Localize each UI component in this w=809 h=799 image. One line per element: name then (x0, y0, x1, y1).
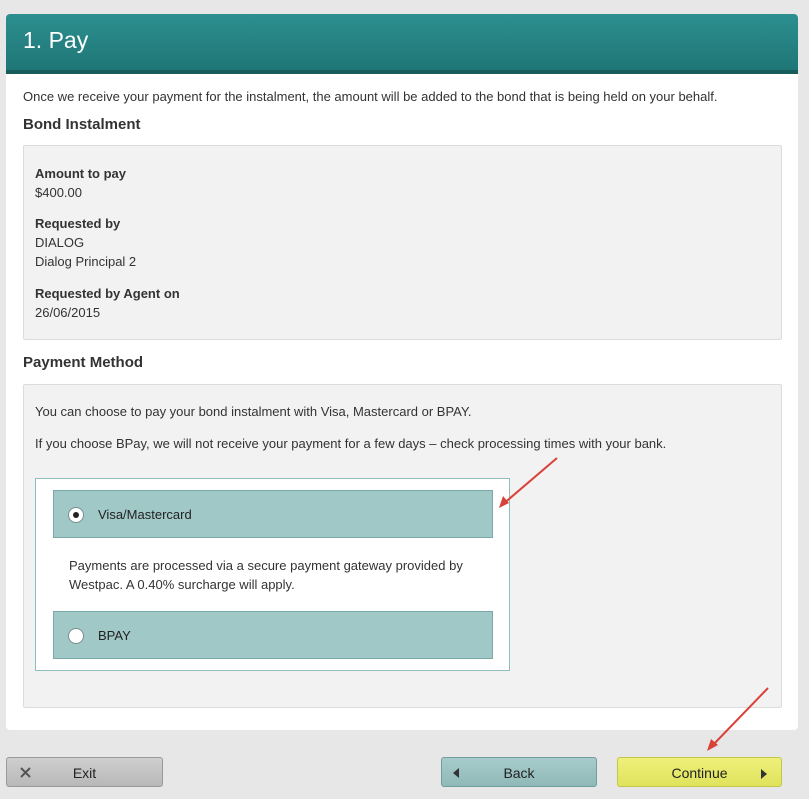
requested-by-name: DIALOG (35, 235, 85, 250)
option-bpay[interactable]: BPAY (53, 611, 493, 659)
visa-option-label: Visa/Mastercard (98, 507, 192, 522)
back-label: Back (503, 765, 535, 781)
bond-details-panel: Amount to pay $400.00 Requested by DIALO… (23, 145, 782, 340)
continue-label: Continue (671, 765, 728, 781)
bpay-option-label: BPAY (98, 628, 131, 643)
payment-card: 1. Pay Once we receive your payment for … (6, 14, 798, 730)
payment-method-panel: You can choose to pay your bond instalme… (23, 384, 782, 708)
option-visa-mastercard[interactable]: Visa/Mastercard (53, 490, 493, 538)
page-title: 1. Pay (23, 27, 89, 53)
chevron-right-icon (761, 769, 767, 779)
amount-label: Amount to pay (35, 166, 126, 181)
visa-description: Payments are processed via a secure paym… (69, 558, 463, 592)
amount-value: $400.00 (35, 185, 82, 200)
page-header: 1. Pay (6, 14, 798, 74)
exit-button[interactable]: Exit (6, 757, 163, 787)
visa-radio[interactable] (68, 507, 84, 523)
intro-text: Once we receive your payment for the ins… (23, 89, 718, 104)
requested-on-value: 26/06/2015 (35, 305, 101, 320)
continue-button[interactable]: Continue (617, 757, 782, 787)
requested-on-label: Requested by Agent on (35, 286, 180, 301)
exit-label: Exit (72, 765, 97, 781)
requested-by-principal: Dialog Principal 2 (35, 254, 137, 269)
payment-options: Visa/Mastercard Payments are processed v… (35, 478, 510, 671)
payment-section-title: Payment Method (23, 354, 144, 371)
bpay-warning-text: If you choose BPay, we will not receive … (35, 436, 667, 451)
back-button[interactable]: Back (441, 757, 597, 787)
bond-section-title: Bond Instalment (23, 116, 141, 133)
bpay-radio[interactable] (68, 628, 84, 644)
requested-by-label: Requested by (35, 216, 121, 231)
payment-info-text: You can choose to pay your bond instalme… (35, 404, 472, 419)
